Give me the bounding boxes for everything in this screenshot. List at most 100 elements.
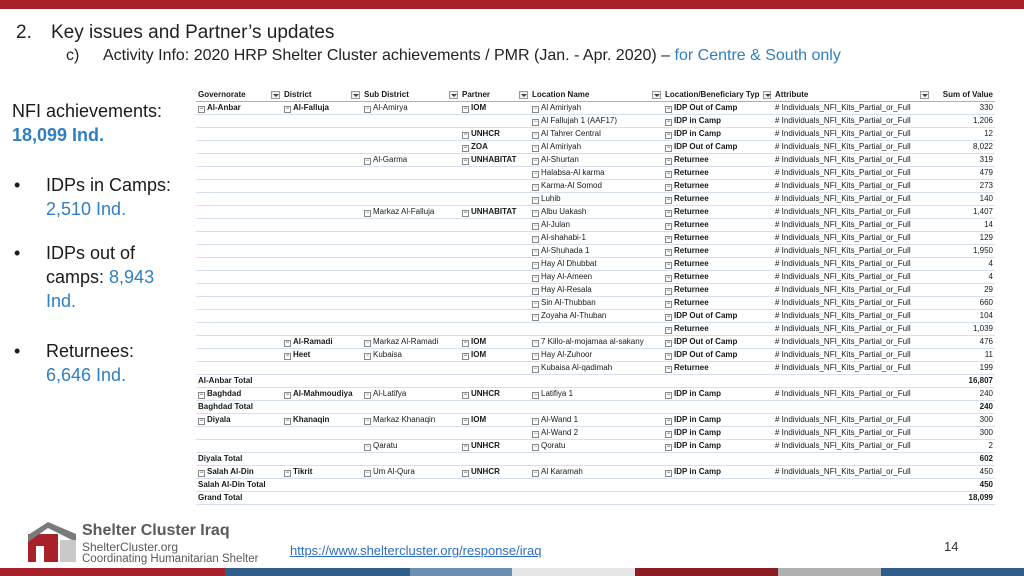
collapse-toggle-icon[interactable]: − xyxy=(364,418,371,426)
collapse-toggle-icon[interactable]: − xyxy=(364,106,371,114)
collapse-toggle-icon[interactable]: − xyxy=(462,132,469,140)
collapse-toggle-icon[interactable]: − xyxy=(532,275,539,283)
filter-dropdown-icon[interactable] xyxy=(762,91,771,100)
collapse-toggle-icon[interactable]: − xyxy=(532,470,539,478)
filter-dropdown-icon[interactable] xyxy=(351,91,360,100)
value-cell: 14 xyxy=(931,218,995,233)
collapse-toggle-icon[interactable]: − xyxy=(532,171,539,179)
collapse-toggle-icon[interactable]: − xyxy=(364,340,371,348)
collapse-toggle-icon[interactable]: − xyxy=(462,392,469,400)
collapse-toggle-icon[interactable]: − xyxy=(665,197,672,205)
collapse-toggle-icon[interactable]: − xyxy=(532,223,539,231)
district-cell xyxy=(282,439,362,454)
collapse-toggle-icon[interactable]: − xyxy=(665,106,672,114)
collapse-toggle-icon[interactable]: − xyxy=(665,249,672,257)
collapse-toggle-icon[interactable]: − xyxy=(665,275,672,283)
col-header-partner[interactable]: Partner xyxy=(460,89,530,103)
collapse-toggle-icon[interactable]: − xyxy=(665,353,672,361)
collapse-toggle-icon[interactable]: − xyxy=(665,145,672,153)
collapse-toggle-icon[interactable]: − xyxy=(665,119,672,127)
beneficiary-type-cell: − IDP in Camp xyxy=(663,114,773,129)
collapse-toggle-icon[interactable]: − xyxy=(532,119,539,127)
collapse-toggle-icon[interactable]: − xyxy=(665,314,672,322)
collapse-toggle-icon[interactable]: − xyxy=(532,301,539,309)
collapse-toggle-icon[interactable]: − xyxy=(462,210,469,218)
collapse-toggle-icon[interactable]: − xyxy=(665,392,672,400)
collapse-toggle-icon[interactable]: − xyxy=(284,418,291,426)
collapse-toggle-icon[interactable]: − xyxy=(532,431,539,439)
collapse-toggle-icon[interactable]: − xyxy=(198,418,205,426)
collapse-toggle-icon[interactable]: − xyxy=(284,106,291,114)
collapse-toggle-icon[interactable]: − xyxy=(665,158,672,166)
collapse-toggle-icon[interactable]: − xyxy=(364,158,371,166)
collapse-toggle-icon[interactable]: − xyxy=(462,106,469,114)
collapse-toggle-icon[interactable]: − xyxy=(364,353,371,361)
collapse-toggle-icon[interactable]: − xyxy=(532,249,539,257)
collapse-toggle-icon[interactable]: − xyxy=(462,340,469,348)
collapse-toggle-icon[interactable]: − xyxy=(532,353,539,361)
collapse-toggle-icon[interactable]: − xyxy=(462,470,469,478)
collapse-toggle-icon[interactable]: − xyxy=(665,418,672,426)
filter-dropdown-icon[interactable] xyxy=(449,91,458,100)
governorate-cell xyxy=(196,192,282,207)
collapse-toggle-icon[interactable]: − xyxy=(532,392,539,400)
collapse-toggle-icon[interactable]: − xyxy=(284,340,291,348)
collapse-toggle-icon[interactable]: − xyxy=(462,353,469,361)
collapse-toggle-icon[interactable]: − xyxy=(532,197,539,205)
collapse-toggle-icon[interactable]: − xyxy=(364,470,371,478)
filter-dropdown-icon[interactable] xyxy=(652,91,661,100)
collapse-toggle-icon[interactable]: − xyxy=(532,158,539,166)
collapse-toggle-icon[interactable]: − xyxy=(665,236,672,244)
filter-dropdown-icon[interactable] xyxy=(271,91,280,100)
collapse-toggle-icon[interactable]: − xyxy=(364,210,371,218)
collapse-toggle-icon[interactable]: − xyxy=(665,301,672,309)
collapse-toggle-icon[interactable]: − xyxy=(198,392,205,400)
collapse-toggle-icon[interactable]: − xyxy=(532,145,539,153)
col-header-district[interactable]: District xyxy=(282,89,362,103)
collapse-toggle-icon[interactable]: − xyxy=(665,223,672,231)
collapse-toggle-icon[interactable]: − xyxy=(665,184,672,192)
collapse-toggle-icon[interactable]: − xyxy=(532,184,539,192)
collapse-toggle-icon[interactable]: − xyxy=(665,470,672,478)
collapse-toggle-icon[interactable]: − xyxy=(532,132,539,140)
collapse-toggle-icon[interactable]: − xyxy=(364,392,371,400)
filter-dropdown-icon[interactable] xyxy=(519,91,528,100)
collapse-toggle-icon[interactable]: − xyxy=(665,431,672,439)
collapse-toggle-icon[interactable]: − xyxy=(284,392,291,400)
collapse-toggle-icon[interactable]: − xyxy=(665,327,672,335)
collapse-toggle-icon[interactable]: − xyxy=(665,262,672,270)
col-header-sub-district[interactable]: Sub District xyxy=(362,89,460,103)
collapse-toggle-icon[interactable]: − xyxy=(665,366,672,374)
collapse-toggle-icon[interactable]: − xyxy=(665,288,672,296)
collapse-toggle-icon[interactable]: − xyxy=(284,353,291,361)
collapse-toggle-icon[interactable]: − xyxy=(532,418,539,426)
col-header-beneficiary-type[interactable]: Location/Beneficiary Typ xyxy=(663,89,773,103)
collapse-toggle-icon[interactable]: − xyxy=(532,262,539,270)
collapse-toggle-icon[interactable]: − xyxy=(665,171,672,179)
collapse-toggle-icon[interactable]: − xyxy=(462,444,469,452)
collapse-toggle-icon[interactable]: − xyxy=(665,210,672,218)
response-link[interactable]: https://www.sheltercluster.org/response/… xyxy=(290,543,541,558)
collapse-toggle-icon[interactable]: − xyxy=(532,106,539,114)
collapse-toggle-icon[interactable]: − xyxy=(364,444,371,452)
collapse-toggle-icon[interactable]: − xyxy=(532,236,539,244)
collapse-toggle-icon[interactable]: − xyxy=(665,132,672,140)
collapse-toggle-icon[interactable]: − xyxy=(532,210,539,218)
collapse-toggle-icon[interactable]: − xyxy=(462,145,469,153)
collapse-toggle-icon[interactable]: − xyxy=(532,366,539,374)
collapse-toggle-icon[interactable]: − xyxy=(532,340,539,348)
collapse-toggle-icon[interactable]: − xyxy=(198,106,205,114)
col-header-governorate[interactable]: Governorate xyxy=(196,89,282,103)
collapse-toggle-icon[interactable]: − xyxy=(462,158,469,166)
collapse-toggle-icon[interactable]: − xyxy=(532,444,539,452)
filter-dropdown-icon[interactable] xyxy=(920,91,929,100)
col-header-attribute[interactable]: Attribute xyxy=(773,89,931,103)
collapse-toggle-icon[interactable]: − xyxy=(665,340,672,348)
col-header-location-name[interactable]: Location Name xyxy=(530,89,663,103)
collapse-toggle-icon[interactable]: − xyxy=(284,470,291,478)
collapse-toggle-icon[interactable]: − xyxy=(532,314,539,322)
collapse-toggle-icon[interactable]: − xyxy=(462,418,469,426)
collapse-toggle-icon[interactable]: − xyxy=(198,470,205,478)
collapse-toggle-icon[interactable]: − xyxy=(532,288,539,296)
collapse-toggle-icon[interactable]: − xyxy=(665,444,672,452)
